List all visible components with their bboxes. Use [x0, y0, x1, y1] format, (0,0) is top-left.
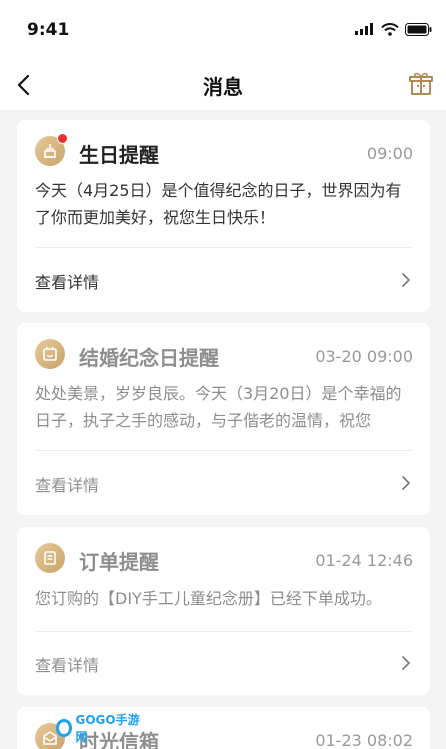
unread-dot: [57, 133, 68, 144]
signal-icon: [355, 23, 373, 35]
watermark-text: GOGO手游网: [75, 713, 140, 744]
message-card-birthday[interactable]: 生日提醒 09:00 今天（4月25日）是个值得纪念的日子，世界因为有了你而更加…: [17, 120, 430, 312]
gift-box-icon[interactable]: [406, 69, 436, 99]
message-time: 01-23 08:02: [315, 731, 413, 749]
divider: [35, 450, 412, 451]
message-time: 03-20 09:00: [315, 347, 413, 366]
nav-bar: 消息: [0, 60, 446, 110]
status-bar: 9:41: [0, 0, 446, 60]
chevron-right-icon[interactable]: [399, 656, 413, 670]
view-details-link[interactable]: 查看详情: [35, 652, 99, 676]
message-title: 订单提醒: [79, 550, 159, 574]
watermark-logo-icon: [56, 719, 73, 737]
battery-icon: [405, 22, 432, 36]
wifi-icon: [381, 22, 399, 36]
message-title: 生日提醒: [79, 143, 159, 167]
message-card-order[interactable]: 订单提醒 01-24 12:46 您订购的【DIY手工儿童纪念册】已经下单成功。…: [17, 527, 430, 695]
watermark: GOGO手游网: [56, 713, 142, 744]
status-time: 9:41: [27, 20, 70, 40]
message-card-anniversary[interactable]: 结婚纪念日提醒 03-20 09:00 处处美景，岁岁良辰。今天（3月20日）是…: [17, 323, 430, 515]
message-title: 结婚纪念日提醒: [79, 346, 219, 370]
calendar-icon: [35, 339, 65, 369]
message-body: 您订购的【DIY手工儿童纪念册】已经下单成功。: [35, 589, 382, 608]
chevron-right-icon[interactable]: [399, 273, 413, 287]
status-icons: [355, 22, 432, 36]
view-details-link[interactable]: 查看详情: [35, 269, 99, 293]
order-list-icon: [35, 543, 65, 573]
message-time: 01-24 12:46: [315, 551, 413, 570]
message-body: 今天（4月25日）是个值得纪念的日子，世界因为有了你而更加美好，祝您生日快乐！: [35, 181, 402, 227]
message-time: 09:00: [366, 144, 413, 163]
view-details-link[interactable]: 查看详情: [35, 472, 99, 496]
divider: [35, 247, 412, 248]
chevron-right-icon[interactable]: [399, 476, 413, 490]
divider: [35, 631, 412, 632]
page-title: 消息: [203, 75, 243, 99]
message-body: 处处美景，岁岁良辰。今天（3月20日）是个幸福的日子，执子之手的感动，与子偕老的…: [35, 384, 402, 430]
